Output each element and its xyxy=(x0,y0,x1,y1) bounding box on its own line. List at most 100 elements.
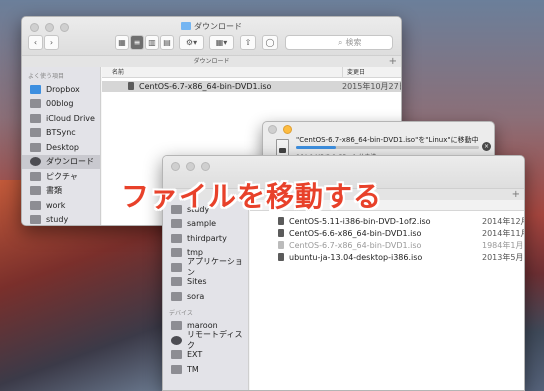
progress-fill xyxy=(296,146,337,149)
search-icon: ⌕ xyxy=(338,37,343,47)
file-name-text: CentOS-6.7-x86_64-bin-DVD1.iso xyxy=(139,82,272,91)
zoom-button[interactable] xyxy=(201,162,210,171)
file-name: CentOS-5.11-i386-bin-DVD-1of2.iso xyxy=(278,216,431,227)
view-coverflow-button[interactable]: ▤ xyxy=(160,35,174,50)
dropbox-icon xyxy=(30,84,41,94)
folder-icon xyxy=(181,22,191,30)
sidebar: よく使う項目 Dropbox 00blog iCloud Drive BTSyn… xyxy=(22,67,101,226)
add-tab-icon[interactable]: + xyxy=(512,189,520,200)
arrange-button[interactable]: ▦▾ xyxy=(209,35,234,50)
disk-image-icon xyxy=(278,253,284,261)
add-tab-icon[interactable]: + xyxy=(389,56,397,67)
sidebar-item-dropbox[interactable]: Dropbox xyxy=(22,82,100,97)
close-button[interactable] xyxy=(171,162,180,171)
drive-icon xyxy=(171,364,182,374)
file-list: CentOS-5.11-i386-bin-DVD-1of2.iso 2014年1… xyxy=(250,200,524,390)
sidebar-item-label: 書類 xyxy=(46,186,62,196)
search-placeholder: 検索 xyxy=(345,38,362,47)
folder-icon xyxy=(171,219,182,229)
file-date: 1984年1月2 xyxy=(482,241,525,250)
path-bar-text: ダウンロード xyxy=(193,58,230,65)
column-date[interactable]: 変更日 xyxy=(342,67,365,78)
document-icon xyxy=(30,186,41,196)
table-row[interactable]: CentOS-6.6-x86_64-bin-DVD1.iso 2014年11月 xyxy=(250,228,524,239)
sidebar-item-applications[interactable]: アプリケーション xyxy=(163,257,248,277)
sidebar-item-label: アプリケーション xyxy=(187,257,243,278)
view-column-button[interactable]: ▥ xyxy=(145,35,159,50)
search-field[interactable]: ⌕ 検索 xyxy=(285,35,393,50)
sidebar-item-study[interactable]: study xyxy=(22,213,100,226)
minimize-button[interactable] xyxy=(283,125,292,134)
file-date: 2015年10月27日 16 xyxy=(342,82,402,91)
sidebar-item-icloud[interactable]: iCloud Drive xyxy=(22,111,100,126)
file-date: 2013年5月9 xyxy=(482,253,525,262)
table-row[interactable]: CentOS-6.7-x86_64-bin-DVD1.iso 2015年10月2… xyxy=(102,81,401,92)
table-row[interactable]: CentOS-5.11-i386-bin-DVD-1of2.iso 2014年1… xyxy=(250,216,524,227)
sidebar-item-thirdparty[interactable]: thirdparty xyxy=(163,231,248,246)
file-name: ubuntu-ja-13.04-desktop-i386.iso xyxy=(278,252,422,263)
folder-icon xyxy=(30,200,41,210)
caption-overlay: ファイルを移動する xyxy=(121,180,383,213)
file-name-text: ubuntu-ja-13.04-desktop-i386.iso xyxy=(289,253,423,262)
file-name-text: CentOS-5.11-i386-bin-DVD-1of2.iso xyxy=(289,217,431,226)
sidebar-item-label: リモートディスク xyxy=(187,330,243,351)
sidebar-item-downloads[interactable]: ダウンロード xyxy=(22,154,100,169)
column-header: 名前 変更日 xyxy=(102,67,401,78)
sidebar-item-00blog[interactable]: 00blog xyxy=(22,97,100,112)
sidebar-item-label: Sites xyxy=(187,277,207,287)
table-row[interactable]: CentOS-6.7-x86_64-bin-DVD1.iso 1984年1月2 xyxy=(250,240,524,251)
sidebar-item-remote-disc[interactable]: リモートディスク xyxy=(163,330,248,350)
sidebar-item-btsync[interactable]: BTSync xyxy=(22,126,100,141)
sidebar-item-label: ダウンロード xyxy=(46,157,94,167)
sidebar-item-tm[interactable]: TM xyxy=(163,362,248,377)
home-icon xyxy=(171,291,182,301)
back-button[interactable]: ‹ xyxy=(28,35,43,50)
sidebar-section-devices: デバイス xyxy=(169,309,193,317)
window-controls xyxy=(171,162,210,171)
tag-icon: ◯ xyxy=(265,38,275,47)
path-bar: ダウンロード + xyxy=(22,55,401,67)
sidebar: study sample thirdparty tmp アプリケーション Sit… xyxy=(163,200,249,390)
close-button[interactable] xyxy=(268,125,277,134)
view-list-button[interactable]: ≡ xyxy=(130,35,144,50)
sidebar-item-work[interactable]: work xyxy=(22,198,100,213)
sidebar-item-label: work xyxy=(46,200,66,210)
folder-icon xyxy=(171,248,182,258)
toolbar: ‹ › ▦ ≡ ▥ ▤ ⚙▾ ▦▾ ⇧ ◯ ⌕ 検索 xyxy=(22,35,401,55)
share-icon: ⇧ xyxy=(244,38,252,47)
sidebar-item-documents[interactable]: 書類 xyxy=(22,184,100,199)
share-button[interactable]: ⇧ xyxy=(240,35,256,50)
sidebar-item-sample[interactable]: sample xyxy=(163,217,248,232)
tags-button[interactable]: ◯ xyxy=(262,35,278,50)
titlebar: ダウンロード ‹ › ▦ ≡ ▥ ▤ ⚙▾ ▦▾ ⇧ ◯ ⌕ 検索 ダウンロード + xyxy=(22,17,401,67)
stop-copy-button[interactable]: × xyxy=(482,142,491,151)
column-name[interactable]: 名前 xyxy=(112,67,124,78)
sidebar-item-sora[interactable]: sora xyxy=(163,289,248,304)
document-icon xyxy=(276,139,289,156)
sidebar-item-label: study xyxy=(46,215,69,225)
disk-image-icon xyxy=(278,217,284,225)
disc-icon xyxy=(171,335,182,345)
desktop-icon xyxy=(30,142,41,152)
sidebar-item-label: iCloud Drive xyxy=(46,113,95,123)
minimize-button[interactable] xyxy=(186,162,195,171)
view-icon-button[interactable]: ▦ xyxy=(115,35,129,50)
file-name-text: CentOS-6.7-x86_64-bin-DVD1.iso xyxy=(289,241,422,250)
file-name: CentOS-6.6-x86_64-bin-DVD1.iso xyxy=(278,228,421,239)
sidebar-item-label: Desktop xyxy=(46,142,79,152)
sidebar-item-desktop[interactable]: Desktop xyxy=(22,140,100,155)
action-gear-button[interactable]: ⚙▾ xyxy=(179,35,204,50)
sidebar-item-label: sample xyxy=(187,219,217,229)
file-name: CentOS-6.7-x86_64-bin-DVD1.iso xyxy=(128,81,271,92)
disk-image-icon xyxy=(278,229,284,237)
file-date: 2014年11月 xyxy=(482,229,525,238)
file-name: CentOS-6.7-x86_64-bin-DVD1.iso xyxy=(278,240,421,251)
gear-icon: ⚙▾ xyxy=(185,38,198,47)
forward-button[interactable]: › xyxy=(44,35,59,50)
table-row[interactable]: ubuntu-ja-13.04-desktop-i386.iso 2013年5月… xyxy=(250,252,524,263)
sidebar-item-pictures[interactable]: ピクチャ xyxy=(22,169,100,184)
folder-icon xyxy=(30,128,41,138)
dialog-window-controls xyxy=(268,125,292,134)
close-icon: × xyxy=(483,143,490,150)
sidebar-item-label: BTSync xyxy=(46,128,76,138)
